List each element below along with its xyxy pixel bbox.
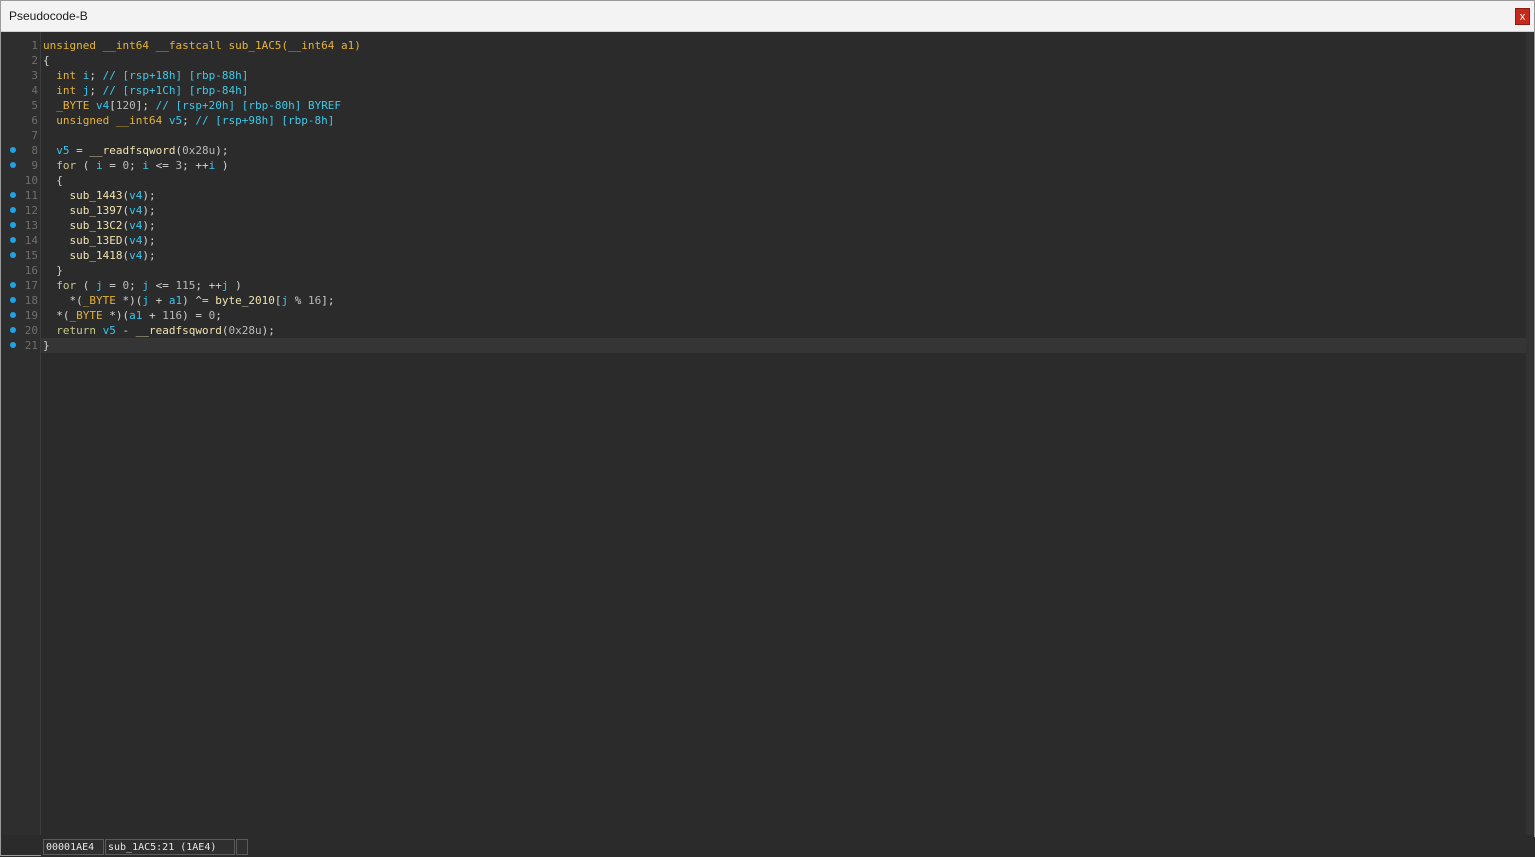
code-line[interactable]: sub_13C2(v4); xyxy=(41,218,1529,233)
code-line[interactable]: _BYTE v4[120]; // [rsp+20h] [rbp-80h] BY… xyxy=(41,98,1529,113)
line-number: 14 xyxy=(24,234,38,247)
line-number-gutter[interactable]: 1 2 3 4 5 6 7 8 9 10 11 12 13 14 15 16 17 18 19 20 21 xyxy=(2,32,41,835)
close-button[interactable]: x xyxy=(1515,8,1530,25)
code-line[interactable]: sub_13ED(v4); xyxy=(41,233,1529,248)
vertical-scrollbar[interactable] xyxy=(1526,32,1533,835)
breakpoint-dot-icon[interactable] xyxy=(10,282,16,288)
line-number: 17 xyxy=(24,279,38,292)
line-number: 11 xyxy=(24,189,38,202)
code-line[interactable]: { xyxy=(41,173,1529,188)
title-bar[interactable]: Pseudocode-B x xyxy=(1,1,1534,32)
breakpoint-dot-icon[interactable] xyxy=(10,252,16,258)
status-bar: 00001AE4 sub_1AC5:21 (1AE4) xyxy=(41,837,1535,857)
code-line[interactable]: *(_BYTE *)(a1 + 116) = 0; xyxy=(41,308,1529,323)
breakpoint-dot-icon[interactable] xyxy=(10,237,16,243)
line-number: 20 xyxy=(24,324,38,337)
code-line[interactable]: v5 = __readfsqword(0x28u); xyxy=(41,143,1529,158)
code-line[interactable]: { xyxy=(41,53,1529,68)
line-number: 12 xyxy=(24,204,38,217)
code-line[interactable]: unsigned __int64 v5; // [rsp+98h] [rbp-8… xyxy=(41,113,1529,128)
line-number: 4 xyxy=(31,84,38,97)
code-line[interactable]: sub_1397(v4); xyxy=(41,203,1529,218)
breakpoint-dot-icon[interactable] xyxy=(10,192,16,198)
breakpoint-dot-icon[interactable] xyxy=(10,207,16,213)
line-number: 5 xyxy=(31,99,38,112)
line-number: 19 xyxy=(24,309,38,322)
breakpoint-dot-icon[interactable] xyxy=(10,327,16,333)
line-number: 8 xyxy=(31,144,38,157)
line-number: 18 xyxy=(24,294,38,307)
status-location: sub_1AC5:21 (1AE4) xyxy=(105,839,235,855)
code-line[interactable]: } xyxy=(41,338,1529,353)
line-number: 2 xyxy=(31,54,38,67)
code-line[interactable]: int j; // [rsp+1Ch] [rbp-84h] xyxy=(41,83,1529,98)
line-number: 7 xyxy=(31,129,38,142)
status-extra xyxy=(236,839,248,855)
breakpoint-dot-icon[interactable] xyxy=(10,342,16,348)
code-line[interactable]: } xyxy=(41,263,1529,278)
line-number: 1 xyxy=(31,39,38,52)
status-address: 00001AE4 xyxy=(43,839,104,855)
line-number: 16 xyxy=(24,264,38,277)
pseudocode-window: Pseudocode-B x 1 2 3 4 5 6 7 8 9 10 11 12 13 14 15 16 17… xyxy=(0,0,1535,857)
breakpoint-dot-icon[interactable] xyxy=(10,147,16,153)
breakpoint-dot-icon[interactable] xyxy=(10,162,16,168)
code-line[interactable] xyxy=(41,128,1529,143)
window-title: Pseudocode-B xyxy=(9,9,88,23)
breakpoint-dot-icon[interactable] xyxy=(10,297,16,303)
code-line[interactable]: for ( j = 0; j <= 115; ++j ) xyxy=(41,278,1529,293)
code-line[interactable]: unsigned __int64 __fastcall sub_1AC5(__i… xyxy=(41,38,1529,53)
line-number: 15 xyxy=(24,249,38,262)
line-number: 6 xyxy=(31,114,38,127)
code-line[interactable]: sub_1443(v4); xyxy=(41,188,1529,203)
line-number: 21 xyxy=(24,339,38,352)
code-line[interactable]: int i; // [rsp+18h] [rbp-88h] xyxy=(41,68,1529,83)
code-line[interactable]: for ( i = 0; i <= 3; ++i ) xyxy=(41,158,1529,173)
line-number: 13 xyxy=(24,219,38,232)
breakpoint-dot-icon[interactable] xyxy=(10,222,16,228)
code-line[interactable]: sub_1418(v4); xyxy=(41,248,1529,263)
line-number: 10 xyxy=(24,174,38,187)
code-line[interactable]: *(_BYTE *)(j + a1) ^= byte_2010[j % 16]; xyxy=(41,293,1529,308)
code-line[interactable]: return v5 - __readfsqword(0x28u); xyxy=(41,323,1529,338)
pseudocode-editor[interactable]: unsigned __int64 __fastcall sub_1AC5(__i… xyxy=(41,32,1529,835)
breakpoint-dot-icon[interactable] xyxy=(10,312,16,318)
line-number: 9 xyxy=(31,159,38,172)
line-number: 3 xyxy=(31,69,38,82)
